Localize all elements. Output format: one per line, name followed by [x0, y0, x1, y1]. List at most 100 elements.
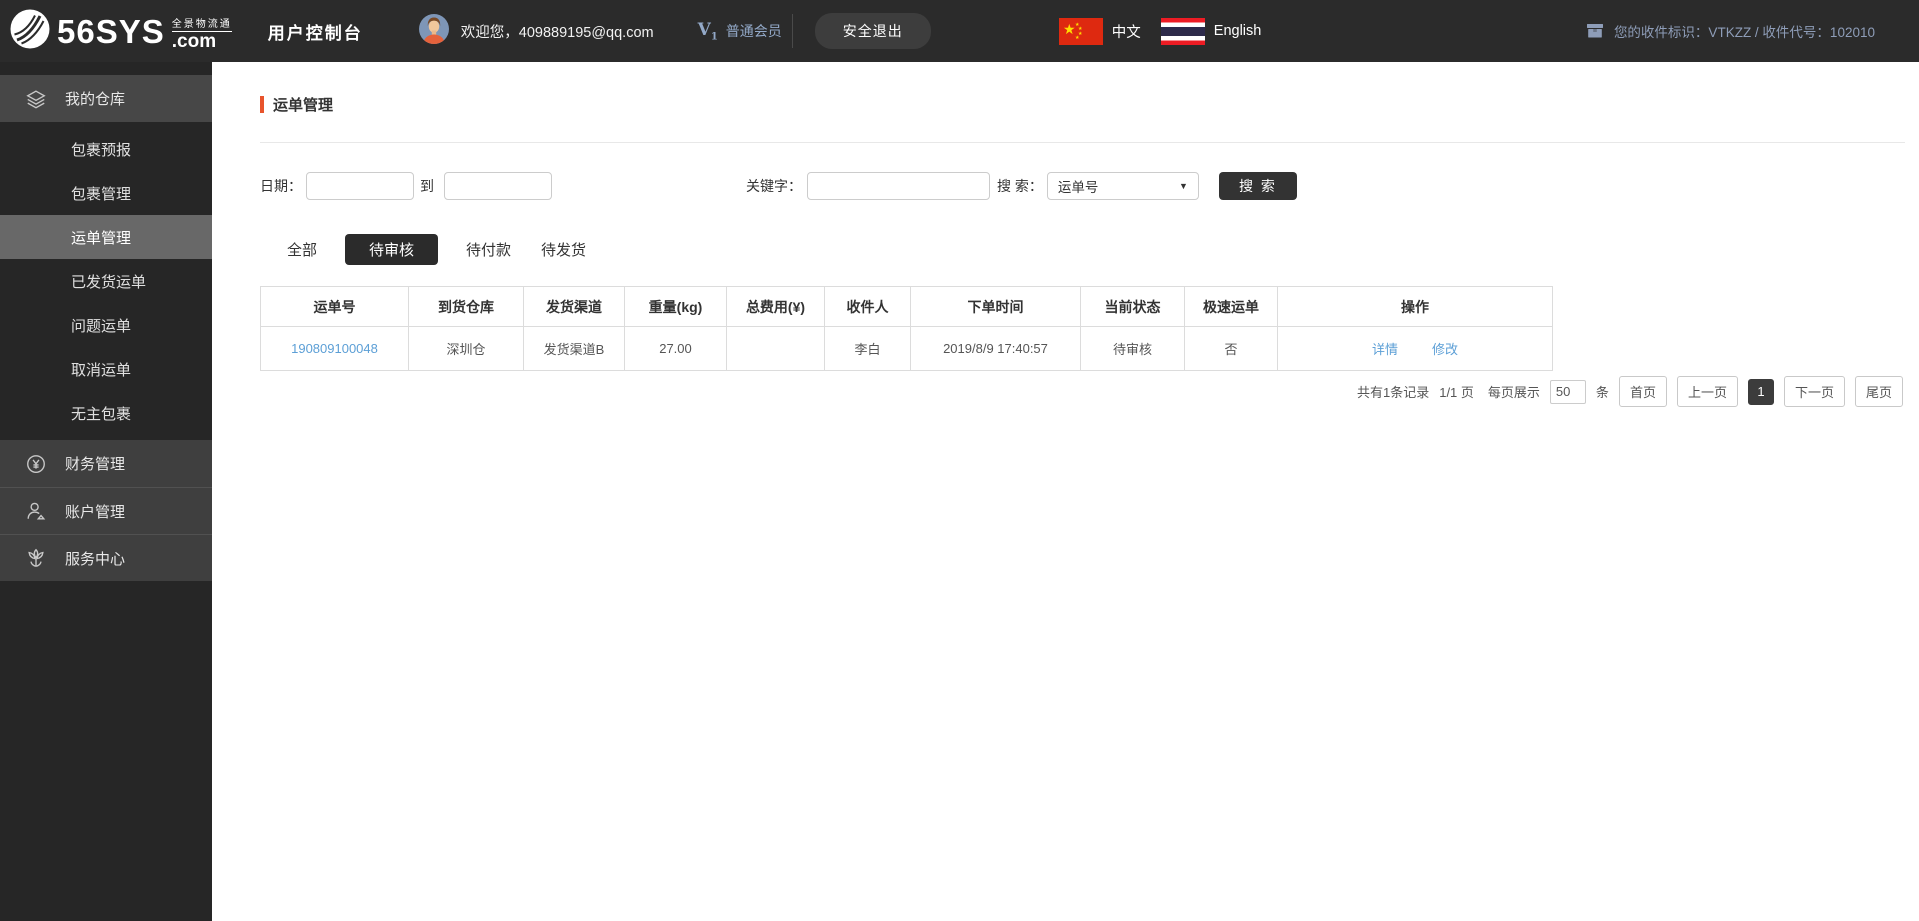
welcome-text: 欢迎您，409889195@qq.com	[460, 24, 654, 41]
sidebar-item-package-manage[interactable]: 包裹管理	[0, 171, 212, 215]
sidebar-group-label: 账户管理	[65, 503, 126, 521]
main-content: 运单管理 日期： 到 关键字： 搜 索： 运单号 ▼ 搜 索 全部 待审核 待付…	[212, 62, 1919, 921]
sidebar-group-label: 我的仓库	[65, 91, 126, 108]
search-type-select[interactable]: 运单号 ▼	[1046, 172, 1199, 200]
col-receiver: 收件人	[824, 286, 911, 327]
search-type-label: 搜 索：	[997, 178, 1043, 194]
table-header-row: 运单号 到货仓库 发货渠道 重量(kg) 总费用(¥) 收件人 下单时间 当前状…	[260, 286, 1553, 327]
first-page-button[interactable]: 首页	[1618, 376, 1667, 407]
search-button[interactable]: 搜 索	[1218, 172, 1297, 200]
cell-status: 待审核	[1080, 326, 1185, 371]
table-row: 190809100048 深圳仓 发货渠道B 27.00 李白 2019/8/9…	[260, 326, 1553, 371]
waybill-table: 运单号 到货仓库 发货渠道 重量(kg) 总费用(¥) 收件人 下单时间 当前状…	[260, 286, 1553, 371]
user-block: 欢迎您，409889195@qq.com	[418, 13, 654, 49]
logo-text: 56SYS	[57, 12, 165, 50]
tab-all[interactable]: 全部	[285, 234, 319, 265]
sidebar-submenu: 包裹预报 包裹管理 运单管理 已发货运单 问题运单 取消运单 无主包裹	[0, 127, 212, 435]
filter-row: 日期： 到 关键字： 搜 索： 运单号 ▼ 搜 索	[260, 172, 1297, 200]
cell-receiver: 李白	[824, 326, 911, 371]
per-page-input[interactable]	[1549, 379, 1586, 404]
logo-tagline: 全景物流通	[171, 15, 232, 32]
col-express: 极速运单	[1184, 286, 1278, 327]
col-waybill-no: 运单号	[260, 286, 409, 327]
prev-page-button[interactable]: 上一页	[1676, 376, 1738, 407]
current-page-button[interactable]: 1	[1747, 378, 1774, 405]
title-divider	[260, 142, 1905, 143]
top-header: 56SYS 全景物流通 .com 用户控制台 欢迎您，409889195@qq.…	[0, 0, 1919, 62]
logo-com: .com	[171, 30, 217, 52]
sidebar-group-warehouse[interactable]: 我的仓库	[0, 75, 212, 122]
person-icon	[27, 502, 46, 520]
col-warehouse: 到货仓库	[408, 286, 524, 327]
lotus-icon	[28, 548, 44, 567]
sidebar-item-package-forecast[interactable]: 包裹预报	[0, 127, 212, 171]
page-info: 1/1 页	[1439, 385, 1474, 400]
package-icon	[1586, 21, 1604, 42]
title-accent-bar	[260, 96, 264, 113]
receiver-info: 您的收件标识：VTKZZ / 收件代号：102010	[1586, 21, 1875, 42]
cell-express: 否	[1184, 326, 1278, 371]
sidebar-group-label: 服务中心	[65, 550, 126, 568]
sidebar-item-shipped-waybill[interactable]: 已发货运单	[0, 259, 212, 303]
per-page-label: 每页展示	[1487, 385, 1540, 400]
receiver-info-text: 您的收件标识：VTKZZ / 收件代号：102010	[1613, 25, 1875, 40]
pagination: 共有1条记录 1/1 页 每页展示 条 首页 上一页 1 下一页 尾页	[1357, 376, 1903, 407]
avatar	[418, 13, 449, 49]
china-flag-icon[interactable]: ★ ★ ★ ★ ★	[1058, 17, 1103, 45]
tab-pending-payment[interactable]: 待付款	[464, 234, 513, 265]
lang-en-label[interactable]: English	[1214, 23, 1262, 39]
last-page-button[interactable]: 尾页	[1854, 376, 1903, 407]
console-title: 用户控制台	[267, 23, 363, 43]
member-level-label: 普通会员	[725, 22, 782, 39]
sidebar-group-label: 财务管理	[65, 456, 126, 473]
logo[interactable]: 56SYS 全景物流通 .com	[10, 9, 232, 54]
logout-button[interactable]: 安全退出	[814, 13, 931, 49]
yen-circle-icon	[27, 454, 45, 473]
svg-text:★: ★	[1063, 21, 1076, 37]
date-label: 日期：	[260, 178, 302, 194]
col-channel: 发货渠道	[523, 286, 625, 327]
cell-channel: 发货渠道B	[523, 326, 625, 371]
sidebar-item-waybill-manage[interactable]: 运单管理	[0, 215, 212, 259]
edit-link[interactable]: 修改	[1432, 339, 1458, 358]
cell-weight: 27.00	[624, 326, 727, 371]
page-title: 运单管理	[260, 94, 333, 115]
row-actions: 详情 修改	[1279, 339, 1551, 358]
tab-pending-review[interactable]: 待审核	[345, 234, 439, 265]
sidebar: 我的仓库 包裹预报 包裹管理 运单管理 已发货运单 问题运单 取消运单 无主包裹…	[0, 62, 212, 921]
detail-link[interactable]: 详情	[1372, 339, 1398, 358]
date-to-input[interactable]	[444, 172, 552, 200]
keyword-label: 关键字：	[746, 178, 802, 194]
col-order-time: 下单时间	[910, 286, 1081, 327]
v1-icon: V1	[697, 19, 718, 43]
col-status: 当前状态	[1080, 286, 1185, 327]
sidebar-item-cancelled-waybill[interactable]: 取消运单	[0, 347, 212, 391]
sidebar-item-problem-waybill[interactable]: 问题运单	[0, 303, 212, 347]
member-badge: V1 普通会员	[698, 20, 782, 42]
app-screen: 56SYS 全景物流通 .com 用户控制台 欢迎您，409889195@qq.…	[0, 0, 1919, 921]
cell-warehouse: 深圳仓	[408, 326, 524, 371]
sidebar-group-service[interactable]: 服务中心	[0, 534, 212, 581]
lang-zh-label[interactable]: 中文	[1112, 21, 1141, 42]
waybill-no-link[interactable]: 190809100048	[291, 341, 378, 356]
sidebar-item-unclaimed-package[interactable]: 无主包裹	[0, 391, 212, 435]
sidebar-group-account[interactable]: 账户管理	[0, 487, 212, 534]
thailand-flag-icon[interactable]	[1160, 17, 1205, 45]
svg-text:★: ★	[1075, 35, 1080, 41]
sidebar-group-finance[interactable]: 财务管理	[0, 440, 212, 487]
keyword-input[interactable]	[807, 172, 990, 200]
tab-pending-ship[interactable]: 待发货	[539, 234, 588, 265]
record-count: 共有1条记录	[1356, 385, 1430, 400]
unit-label: 条	[1595, 385, 1609, 400]
next-page-button[interactable]: 下一页	[1783, 376, 1845, 407]
logo-swoosh-icon	[10, 9, 50, 54]
col-total-fee: 总费用(¥)	[726, 286, 825, 327]
cell-order-time: 2019/8/9 17:40:57	[910, 326, 1081, 371]
status-tabs: 全部 待审核 待付款 待发货	[285, 234, 588, 265]
col-actions: 操作	[1277, 286, 1553, 327]
header-divider	[791, 14, 793, 48]
select-caret-icon: ▼	[1178, 181, 1188, 191]
date-from-input[interactable]	[306, 172, 414, 200]
cell-total-fee	[726, 326, 825, 371]
date-to-label: 到	[420, 178, 434, 194]
